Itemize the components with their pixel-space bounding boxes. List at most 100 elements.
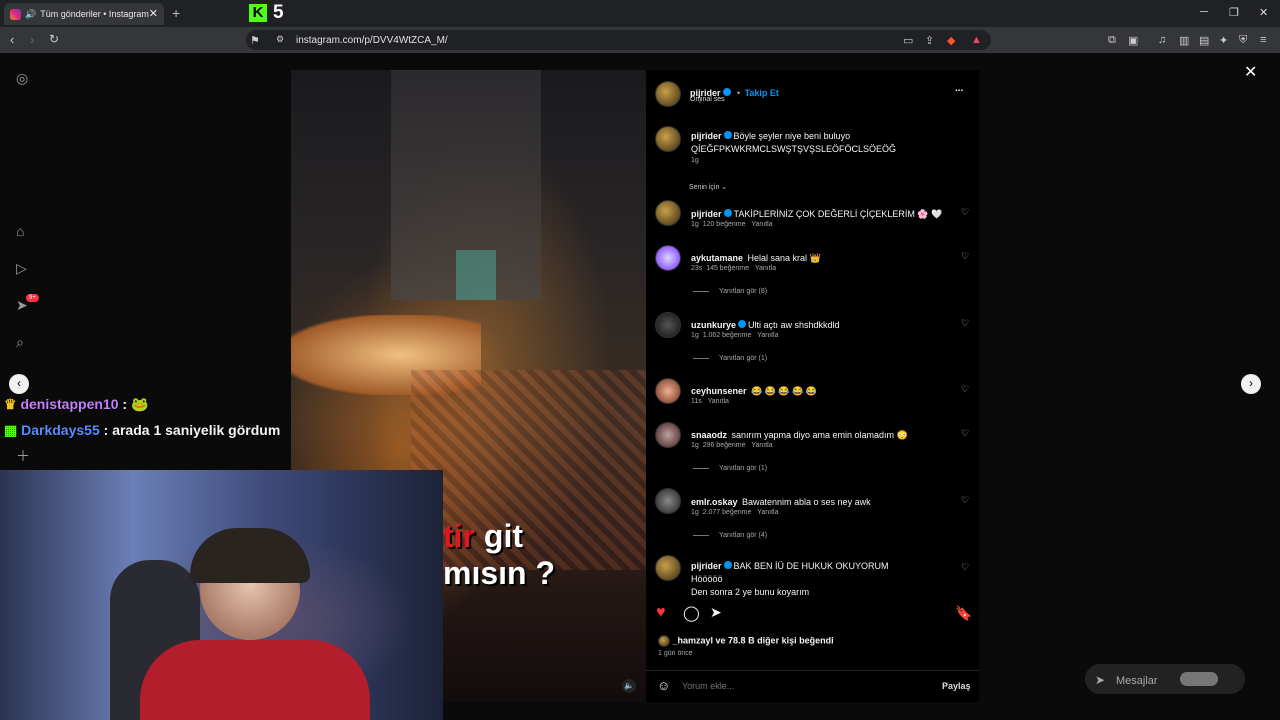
screenshot-icon[interactable]: ▣ xyxy=(1128,34,1138,47)
share-icon[interactable]: ➤ xyxy=(710,604,722,621)
view-replies-button[interactable]: Yanıtları gör (4) xyxy=(693,532,767,539)
reply-button[interactable]: Yanıtla xyxy=(708,398,729,405)
comment-avatar[interactable] xyxy=(655,200,681,226)
comment-body: snaaodz sanırım yapma diyo ama emin olam… xyxy=(691,430,908,440)
comment-meta: 1g 1.062 beğenme Yanıtla xyxy=(691,332,779,339)
prev-post-icon[interactable]: ‹ xyxy=(9,374,29,394)
kick-logo: K xyxy=(249,4,267,22)
verified-icon xyxy=(723,560,732,569)
likes-line[interactable]: _hamzayl ve 78.8 B diğer kişi beğendi xyxy=(658,635,834,647)
avatar[interactable] xyxy=(655,81,681,107)
comment-body: pijrider BAK BEN İÜ DE HUKUK OKUYORUM Höö… xyxy=(691,560,889,597)
reply-button[interactable]: Yanıtla xyxy=(755,265,776,272)
rewards-icon[interactable]: ▲ xyxy=(971,34,982,46)
emoji-icon[interactable]: ☺ xyxy=(657,678,670,693)
streamer-hair xyxy=(190,528,310,583)
search-icon[interactable]: ⌕ xyxy=(16,334,24,351)
comment-like-icon[interactable]: ♡ xyxy=(961,384,969,395)
verified-icon xyxy=(723,130,732,139)
storefront-light xyxy=(456,250,496,300)
minimize-icon[interactable]: ─ xyxy=(1200,6,1208,18)
more-options-icon[interactable]: ... xyxy=(955,83,963,94)
comment-like-icon[interactable]: ♡ xyxy=(961,428,969,439)
view-replies-button[interactable]: Yanıtları gör (8) xyxy=(693,288,767,295)
url-text[interactable]: instagram.com/p/DVV4WtZCA_M/ xyxy=(296,35,448,46)
bookmark-icon[interactable]: ⚑ xyxy=(250,34,260,47)
messages-pill[interactable] xyxy=(1085,664,1245,694)
comment-avatar[interactable] xyxy=(655,312,681,338)
comment-avatar[interactable] xyxy=(655,245,681,271)
reply-button[interactable]: Yanıtla xyxy=(757,332,778,339)
share-icon[interactable]: ⇪ xyxy=(925,34,934,47)
reply-button[interactable]: Yanıtla xyxy=(757,509,778,516)
cast-icon[interactable]: ▭ xyxy=(903,34,913,47)
reels-icon[interactable]: ▷ xyxy=(16,260,27,277)
tab-title: Tüm gönderiler • Instagram xyxy=(40,9,149,19)
save-icon[interactable]: 🔖 xyxy=(955,605,972,622)
notification-badge: 9+ xyxy=(26,294,39,302)
post-comment-button[interactable]: Paylaş xyxy=(942,681,971,691)
comment-meta: 23s 145 beğenme Yanıtla xyxy=(691,265,777,272)
comment-avatar[interactable] xyxy=(655,555,681,581)
comment-avatar[interactable] xyxy=(655,422,681,448)
comment-input[interactable] xyxy=(682,679,922,693)
next-post-icon[interactable]: › xyxy=(1241,374,1261,394)
overlay-counter: 5 xyxy=(273,2,284,23)
extensions-icon[interactable]: ⧉ xyxy=(1108,34,1116,47)
like-icon[interactable]: ♥ xyxy=(656,604,666,622)
home-icon[interactable]: ⌂ xyxy=(16,223,24,239)
comment-icon[interactable]: ◯ xyxy=(683,604,700,622)
mute-icon[interactable]: 🔈 xyxy=(622,679,636,693)
tab-close-icon[interactable]: ✕ xyxy=(149,7,158,20)
window-close-icon[interactable]: ✕ xyxy=(1259,6,1268,19)
messages-label[interactable]: Mesajlar xyxy=(1116,675,1158,687)
comment-body: emlr.oskay Bawatennim abla o ses ney awk xyxy=(691,497,871,507)
crown-icon: ♛ xyxy=(4,396,17,412)
caption-avatar[interactable] xyxy=(655,126,681,152)
comment-like-icon[interactable]: ♡ xyxy=(961,207,969,218)
speaker-icon[interactable]: 🔊 xyxy=(25,9,36,20)
streamer-webcam xyxy=(0,470,443,720)
wallet-icon[interactable]: ▤ xyxy=(1199,34,1209,47)
divider xyxy=(646,670,979,671)
verified-icon xyxy=(723,208,732,217)
sort-dropdown[interactable]: Senin için ⌄ xyxy=(689,183,727,191)
brave-shield-icon[interactable]: ◆ xyxy=(947,34,955,47)
comment-like-icon[interactable]: ♡ xyxy=(961,251,969,262)
messenger-icon: ➤ xyxy=(1095,673,1106,687)
comment-avatar[interactable] xyxy=(655,488,681,514)
audio-label[interactable]: Orijinal ses xyxy=(690,96,725,103)
browser-tab[interactable]: 🔊 Tüm gönderiler • Instagram ✕ xyxy=(4,3,164,25)
back-icon[interactable]: ‹ xyxy=(10,32,14,47)
close-post-icon[interactable]: ✕ xyxy=(1244,62,1257,82)
follow-button[interactable]: Takip Et xyxy=(745,88,779,98)
verified-icon xyxy=(722,87,731,96)
badge-icon: ▦ xyxy=(4,422,18,438)
view-replies-button[interactable]: Yanıtları gör (1) xyxy=(693,465,767,472)
media-icon[interactable]: ♫ xyxy=(1158,34,1166,46)
comment-like-icon[interactable]: ♡ xyxy=(961,562,969,573)
view-replies-button[interactable]: Yanıtları gör (1) xyxy=(693,355,767,362)
site-info-icon[interactable]: ⚙ xyxy=(276,34,284,45)
reload-icon[interactable]: ↻ xyxy=(49,32,59,46)
chat-line-1: ♛ denistappen10 : 🐸 xyxy=(4,396,149,412)
leo-icon[interactable]: ✦ xyxy=(1219,34,1228,47)
video-caption-line1: tir git xyxy=(443,518,523,554)
caption: pijrider Böyle şeyler niye beni buluyo Qİ… xyxy=(691,130,897,154)
comment-body: aykutamane Helal sana kral 👑 xyxy=(691,253,821,263)
instagram-logo-icon[interactable]: ◎ xyxy=(16,70,28,87)
comment-meta: 1g 296 beğenme Yanıtla xyxy=(691,442,773,449)
reply-button[interactable]: Yanıtla xyxy=(751,221,772,228)
maximize-icon[interactable]: ❐ xyxy=(1229,6,1239,19)
menu-icon[interactable]: ≡ xyxy=(1260,34,1266,46)
reply-button[interactable]: Yanıtla xyxy=(751,442,772,449)
create-icon[interactable]: ＋ xyxy=(16,446,30,466)
caption-time: 1g xyxy=(691,157,699,164)
new-tab-button[interactable]: + xyxy=(172,5,180,21)
comment-like-icon[interactable]: ♡ xyxy=(961,495,969,506)
comment-like-icon[interactable]: ♡ xyxy=(961,318,969,329)
sidebar-icon[interactable]: ▥ xyxy=(1179,34,1189,47)
forward-icon[interactable]: › xyxy=(30,32,34,47)
vpn-icon[interactable]: ⛨ xyxy=(1239,34,1247,47)
comment-avatar[interactable] xyxy=(655,378,681,404)
